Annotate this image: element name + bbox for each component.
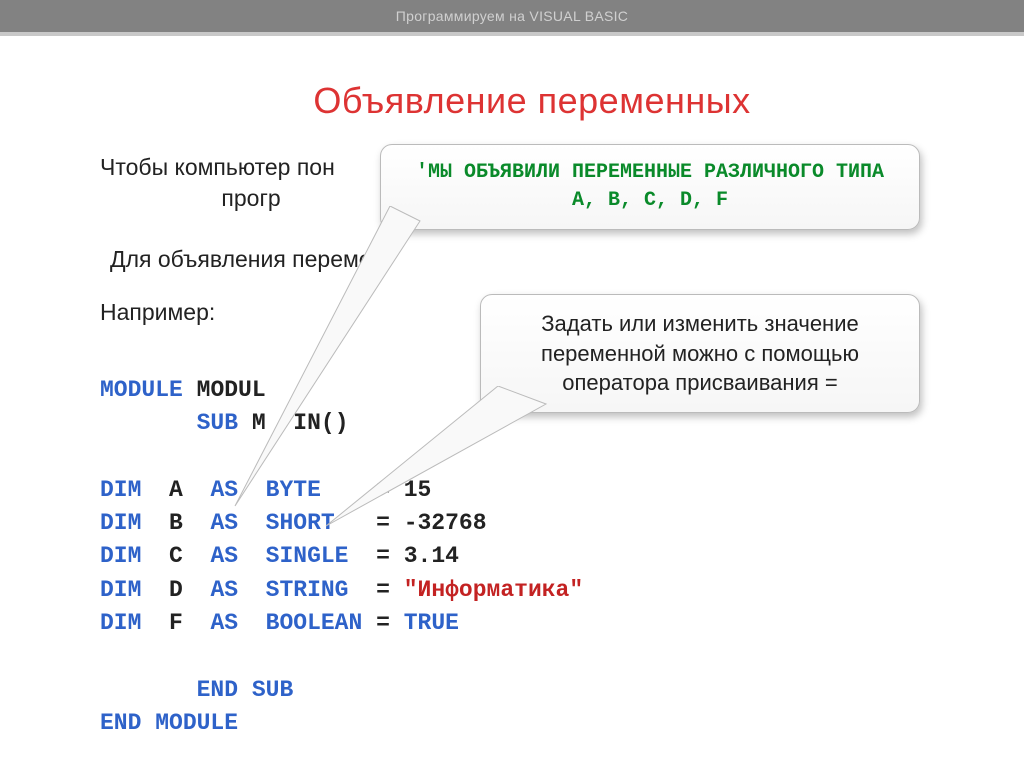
type-b: SHORT	[266, 510, 335, 536]
kw-as-c: AS	[210, 543, 238, 569]
declare-text: Для объявления перемен	[110, 244, 964, 275]
sub-in: IN()	[293, 410, 348, 436]
val-f: TRUE	[404, 610, 459, 636]
callout-comment-line1: 'МЫ ОБЪЯВИЛИ ПЕРЕМЕННЫЕ РАЗЛИЧНОГО ТИПА	[416, 161, 884, 184]
header-bar: Программируем на VISUAL BASIC	[0, 0, 1024, 32]
kw-endmod: END MODULE	[100, 710, 238, 736]
intro-line2: прогр	[221, 185, 280, 211]
callout-comment-line2: A, B, C, D, F	[572, 189, 728, 212]
type-a: BYTE	[266, 477, 321, 503]
type-c: SINGLE	[266, 543, 349, 569]
var-b: B	[169, 510, 183, 536]
kw-dim-a: DIM	[100, 477, 141, 503]
var-c: C	[169, 543, 183, 569]
kw-as-d: AS	[210, 577, 238, 603]
sub-m: M	[252, 410, 266, 436]
var-a: A	[169, 477, 183, 503]
type-f: BOOLEAN	[266, 610, 363, 636]
kw-endsub: END SUB	[197, 677, 294, 703]
module-name: MODUL	[197, 377, 266, 403]
slide-content: Объявление переменных Чтобы компьютер по…	[0, 36, 1024, 760]
val-a: 15	[404, 477, 432, 503]
type-d: STRING	[266, 577, 349, 603]
kw-as-a: AS	[210, 477, 238, 503]
kw-as-b: AS	[210, 510, 238, 536]
callout-assign-text: Задать или изменить значение переменной …	[541, 311, 859, 395]
slide-title: Объявление переменных	[100, 80, 964, 122]
callout-comment: 'МЫ ОБЪЯВИЛИ ПЕРЕМЕННЫЕ РАЗЛИЧНОГО ТИПА …	[380, 144, 920, 230]
var-f: F	[169, 610, 183, 636]
val-d: "Информатика"	[404, 577, 583, 603]
var-d: D	[169, 577, 183, 603]
kw-sub: SUB	[197, 410, 238, 436]
kw-dim-b: DIM	[100, 510, 141, 536]
kw-dim-d: DIM	[100, 577, 141, 603]
callout-assign: Задать или изменить значение переменной …	[480, 294, 920, 413]
kw-as-f: AS	[210, 610, 238, 636]
kw-dim-f: DIM	[100, 610, 141, 636]
val-b: -32768	[404, 510, 487, 536]
val-c: 3.14	[404, 543, 459, 569]
kw-dim-c: DIM	[100, 543, 141, 569]
header-title: Программируем на VISUAL BASIC	[396, 8, 628, 24]
intro-line1: Чтобы компьютер пон	[100, 154, 335, 180]
kw-module: MODULE	[100, 377, 183, 403]
